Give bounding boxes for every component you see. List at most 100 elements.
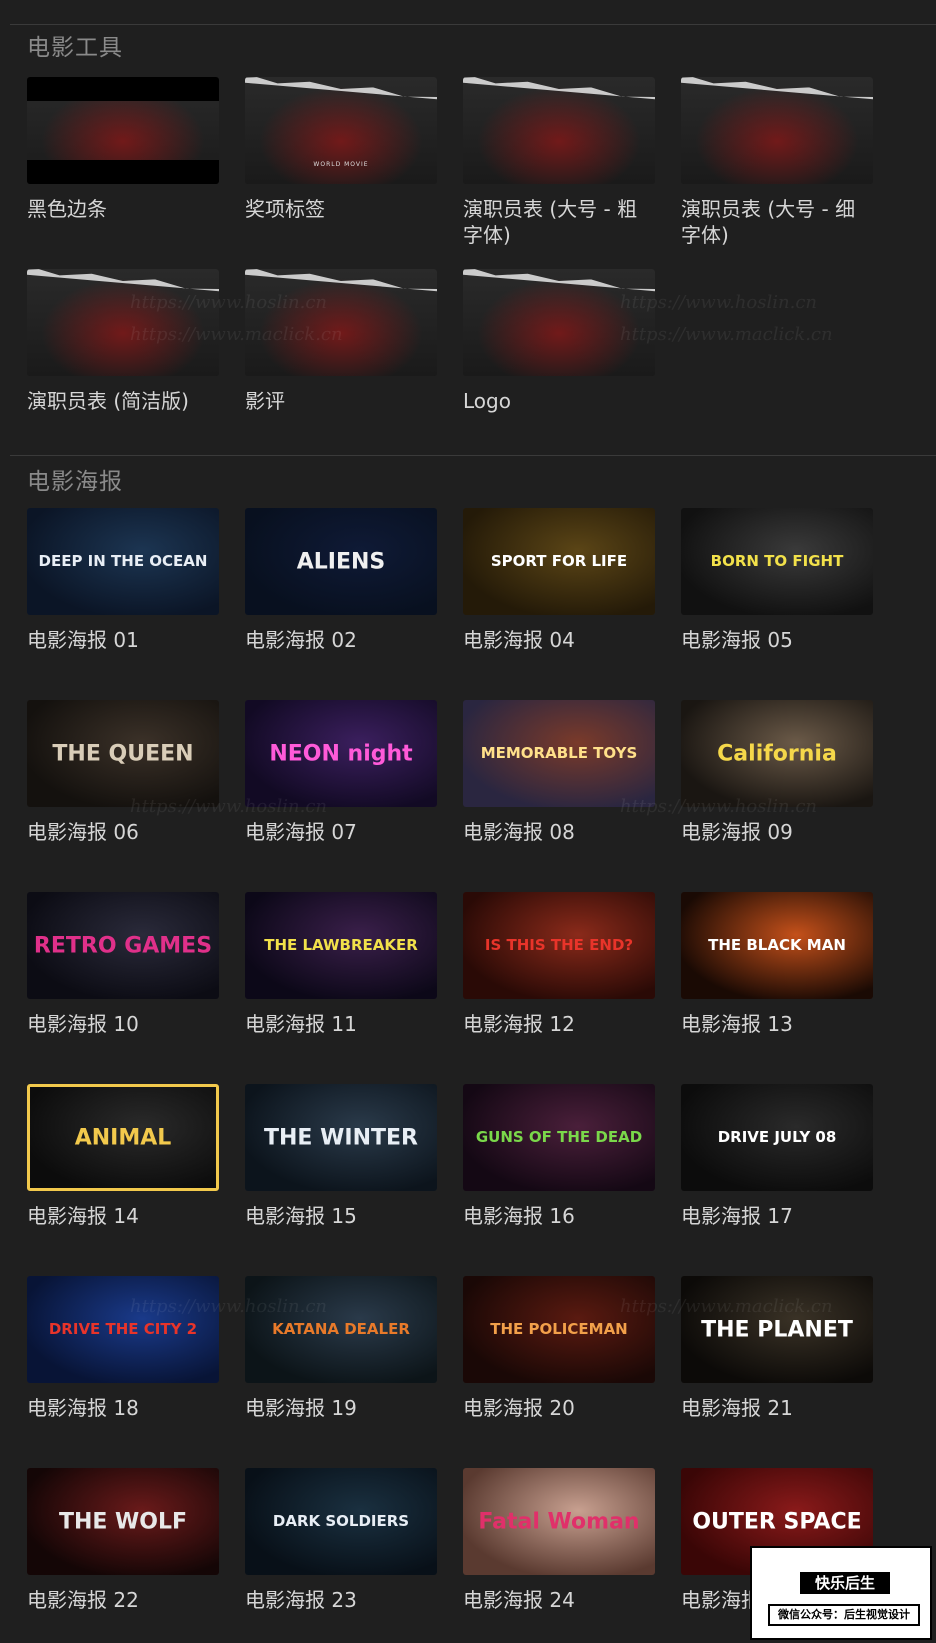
poster-tile[interactable]: THE WOLF 电影海报 22 [27, 1468, 219, 1613]
tool-thumbnail[interactable] [27, 77, 219, 184]
poster-thumbnail[interactable]: IS THIS THE END? [463, 892, 655, 999]
thumbnail-art [245, 269, 437, 376]
tool-thumbnail[interactable] [27, 269, 219, 376]
poster-title-text: DARK SOLDIERS [272, 1511, 410, 1530]
thumbnail-art [27, 269, 219, 376]
poster-title-text: IS THIS THE END? [484, 935, 634, 954]
poster-tile[interactable]: THE WINTER 电影海报 15 [245, 1084, 437, 1229]
poster-title-text: DRIVE JULY 08 [717, 1127, 837, 1146]
poster-thumbnail[interactable]: THE PLANET [681, 1276, 873, 1383]
poster-tile[interactable]: THE POLICEMAN 电影海报 20 [463, 1276, 655, 1421]
badge-subtitle: 微信公众号：后生视觉设计 [768, 1604, 920, 1626]
poster-thumbnail[interactable]: Fatal Woman [463, 1468, 655, 1575]
tool-thumbnail[interactable]: WORLD MOVIE [245, 77, 437, 184]
poster-thumbnail[interactable]: DRIVE JULY 08 [681, 1084, 873, 1191]
tool-thumbnail[interactable] [681, 77, 873, 184]
poster-title-text: THE BLACK MAN [708, 935, 846, 954]
section-title-tools: 电影工具 [27, 35, 123, 61]
poster-tile[interactable]: NEON night 电影海报 07 [245, 700, 437, 845]
poster-thumbnail[interactable]: THE LAWBREAKER [245, 892, 437, 999]
tool-tile[interactable]: 演职员表 (大号 - 粗字体) [463, 77, 655, 248]
poster-tile[interactable]: BORN TO FIGHT 电影海报 05 [681, 508, 873, 653]
tool-label: 奖项标签 [245, 197, 325, 221]
poster-tile[interactable]: California 电影海报 09 [681, 700, 873, 845]
poster-thumbnail[interactable]: DARK SOLDIERS [245, 1468, 437, 1575]
poster-label: 电影海报 22 [27, 1588, 139, 1612]
poster-label: 电影海报 07 [245, 820, 357, 844]
poster-tile[interactable]: THE PLANET 电影海报 21 [681, 1276, 873, 1421]
poster-title-text: THE WOLF [58, 1508, 188, 1534]
poster-title-text: OUTER SPACE [692, 1508, 862, 1534]
poster-tile[interactable]: ANIMAL 电影海报 14 [27, 1084, 219, 1229]
poster-tile[interactable]: MEMORABLE TOYS 电影海报 08 [463, 700, 655, 845]
poster-title-text: RETRO GAMES [33, 932, 213, 958]
poster-label: 电影海报 05 [681, 628, 793, 652]
poster-tile[interactable]: Fatal Woman 电影海报 24 [463, 1468, 655, 1613]
poster-thumbnail[interactable]: KATANA DEALER [245, 1276, 437, 1383]
poster-label: 电影海报 06 [27, 820, 139, 844]
poster-thumbnail[interactable]: RETRO GAMES [27, 892, 219, 999]
black-bar-bottom [27, 160, 219, 184]
poster-tile[interactable]: THE BLACK MAN 电影海报 13 [681, 892, 873, 1037]
poster-thumbnail[interactable]: MEMORABLE TOYS [463, 700, 655, 807]
tool-thumbnail[interactable] [463, 269, 655, 376]
poster-title-text: DRIVE THE CITY 2 [48, 1319, 198, 1338]
poster-title-text: SPORT FOR LIFE [490, 551, 628, 570]
thumbnail-caption: WORLD MOVIE [313, 161, 369, 168]
top-divider [10, 24, 936, 25]
poster-label: 电影海报 14 [27, 1204, 139, 1228]
poster-thumbnail[interactable]: NEON night [245, 700, 437, 807]
poster-thumbnail[interactable]: THE BLACK MAN [681, 892, 873, 999]
poster-tile[interactable]: KATANA DEALER 电影海报 19 [245, 1276, 437, 1421]
poster-thumbnail[interactable]: THE POLICEMAN [463, 1276, 655, 1383]
poster-thumbnail[interactable]: DEEP IN THE OCEAN [27, 508, 219, 615]
poster-title-text: Fatal Woman [478, 1508, 640, 1534]
poster-title-text: THE LAWBREAKER [264, 935, 418, 954]
wechat-badge: 快乐后生 微信公众号：后生视觉设计 [750, 1546, 932, 1640]
thumbnail-art [463, 77, 655, 184]
poster-thumbnail[interactable]: California [681, 700, 873, 807]
poster-tile[interactable]: THE LAWBREAKER 电影海报 11 [245, 892, 437, 1037]
poster-label: 电影海报 11 [245, 1012, 357, 1036]
tool-label: 影评 [245, 389, 285, 413]
poster-thumbnail[interactable]: THE WOLF [27, 1468, 219, 1575]
poster-tile[interactable]: DEEP IN THE OCEAN 电影海报 01 [27, 508, 219, 653]
poster-title-text: THE POLICEMAN [490, 1319, 628, 1338]
poster-label: 电影海报 17 [681, 1204, 793, 1228]
tool-tile[interactable]: 演职员表 (大号 - 细字体) [681, 77, 873, 248]
poster-tile[interactable]: DRIVE JULY 08 电影海报 17 [681, 1084, 873, 1229]
poster-title-text: NEON night [269, 740, 413, 766]
poster-thumbnail[interactable]: BORN TO FIGHT [681, 508, 873, 615]
thumbnail-art [681, 77, 873, 184]
poster-tile[interactable]: DRIVE THE CITY 2 电影海报 18 [27, 1276, 219, 1421]
poster-label: 电影海报 23 [245, 1588, 357, 1612]
poster-label: 电影海报 16 [463, 1204, 575, 1228]
poster-thumbnail[interactable]: GUNS OF THE DEAD [463, 1084, 655, 1191]
tool-thumbnail[interactable] [463, 77, 655, 184]
poster-tile[interactable]: ALIENS 电影海报 02 [245, 508, 437, 653]
poster-title-text: THE WINTER [264, 1124, 418, 1150]
poster-tile[interactable]: IS THIS THE END? 电影海报 12 [463, 892, 655, 1037]
badge-title: 快乐后生 [800, 1572, 890, 1594]
thumbnail-art [463, 269, 655, 376]
poster-thumbnail[interactable]: ALIENS [245, 508, 437, 615]
tool-tile[interactable]: WORLD MOVIE 奖项标签 [245, 77, 437, 222]
poster-tile[interactable]: DARK SOLDIERS 电影海报 23 [245, 1468, 437, 1613]
tool-tile[interactable]: Logo [463, 269, 655, 414]
poster-thumbnail[interactable]: DRIVE THE CITY 2 [27, 1276, 219, 1383]
tool-tile[interactable]: 黑色边条 [27, 77, 219, 222]
poster-label: 电影海报 09 [681, 820, 793, 844]
poster-tile[interactable]: SPORT FOR LIFE 电影海报 04 [463, 508, 655, 653]
poster-thumbnail[interactable]: THE WINTER [245, 1084, 437, 1191]
poster-thumbnail[interactable]: SPORT FOR LIFE [463, 508, 655, 615]
tool-tile[interactable]: 演职员表 (简洁版) [27, 269, 219, 414]
poster-tile[interactable]: RETRO GAMES 电影海报 10 [27, 892, 219, 1037]
tool-thumbnail[interactable] [245, 269, 437, 376]
poster-tile[interactable]: THE QUEEN 电影海报 06 [27, 700, 219, 845]
poster-thumbnail[interactable]: ANIMAL [27, 1084, 219, 1191]
poster-tile[interactable]: GUNS OF THE DEAD 电影海报 16 [463, 1084, 655, 1229]
poster-thumbnail[interactable]: THE QUEEN [27, 700, 219, 807]
poster-title-text: THE PLANET [701, 1316, 853, 1342]
poster-label: 电影海报 08 [463, 820, 575, 844]
tool-tile[interactable]: 影评 [245, 269, 437, 414]
